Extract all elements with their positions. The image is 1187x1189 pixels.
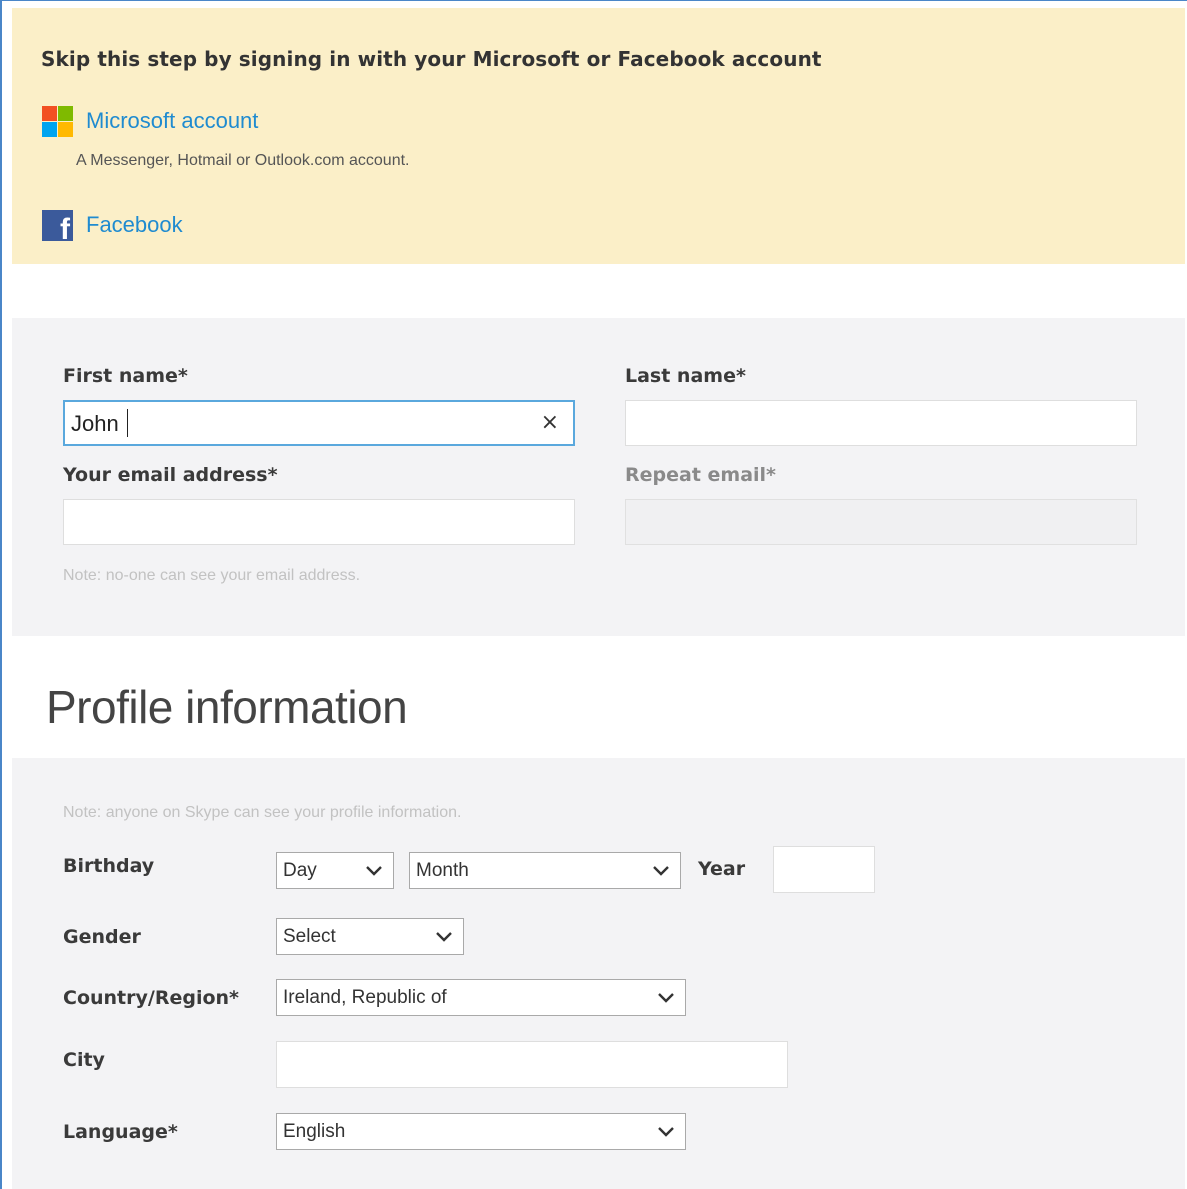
facebook-link[interactable]: f Facebook	[42, 209, 183, 241]
chevron-down-icon	[657, 989, 675, 1007]
country-value: Ireland, Republic of	[283, 986, 447, 1008]
microsoft-account-description: A Messenger, Hotmail or Outlook.com acco…	[76, 152, 410, 169]
city-input[interactable]	[276, 1041, 788, 1088]
first-name-label: First name*	[63, 365, 188, 387]
email-input[interactable]	[63, 499, 575, 545]
language-label: Language*	[63, 1121, 178, 1143]
repeat-email-label: Repeat email*	[625, 464, 776, 486]
clear-icon[interactable]: ×	[541, 410, 559, 435]
city-label: City	[63, 1049, 105, 1071]
birthday-label: Birthday	[63, 855, 155, 877]
account-details-section: First name* John × Last name* Your email…	[12, 318, 1185, 636]
year-label: Year	[698, 858, 746, 880]
month-value: Month	[416, 859, 469, 881]
microsoft-account-link[interactable]: Microsoft account	[42, 105, 258, 137]
profile-information-title: Profile information	[46, 681, 408, 733]
profile-note: Note: anyone on Skype can see your profi…	[63, 804, 462, 821]
facebook-logo-icon: f	[42, 209, 73, 241]
country-region-select[interactable]: Ireland, Republic of	[276, 979, 686, 1016]
first-name-value: John	[71, 411, 119, 436]
facebook-label[interactable]: Facebook	[86, 212, 183, 238]
text-cursor	[127, 409, 128, 437]
last-name-label: Last name*	[625, 365, 746, 387]
microsoft-account-label[interactable]: Microsoft account	[86, 108, 258, 134]
first-name-input[interactable]: John ×	[63, 400, 575, 446]
microsoft-logo-icon	[42, 105, 73, 137]
signin-banner: Skip this step by signing in with your M…	[12, 8, 1185, 264]
email-label: Your email address*	[63, 464, 278, 486]
birthday-month-select[interactable]: Month	[409, 852, 681, 889]
chevron-down-icon	[365, 862, 383, 880]
birthday-day-select[interactable]: Day	[276, 852, 394, 889]
gender-select[interactable]: Select	[276, 918, 464, 955]
country-region-label: Country/Region*	[63, 987, 239, 1009]
chevron-down-icon	[435, 928, 453, 946]
repeat-email-input[interactable]	[625, 499, 1137, 545]
last-name-input[interactable]	[625, 400, 1137, 446]
language-select[interactable]: English	[276, 1113, 686, 1150]
language-value: English	[283, 1120, 346, 1142]
year-input[interactable]	[773, 846, 875, 893]
profile-information-section: Note: anyone on Skype can see your profi…	[12, 758, 1185, 1189]
day-value: Day	[283, 859, 317, 881]
chevron-down-icon	[657, 1123, 675, 1141]
gender-value: Select	[283, 925, 336, 947]
email-note: Note: no-one can see your email address.	[63, 567, 361, 584]
gender-label: Gender	[63, 926, 141, 948]
signin-heading: Skip this step by signing in with your M…	[41, 47, 822, 71]
chevron-down-icon	[652, 862, 670, 880]
